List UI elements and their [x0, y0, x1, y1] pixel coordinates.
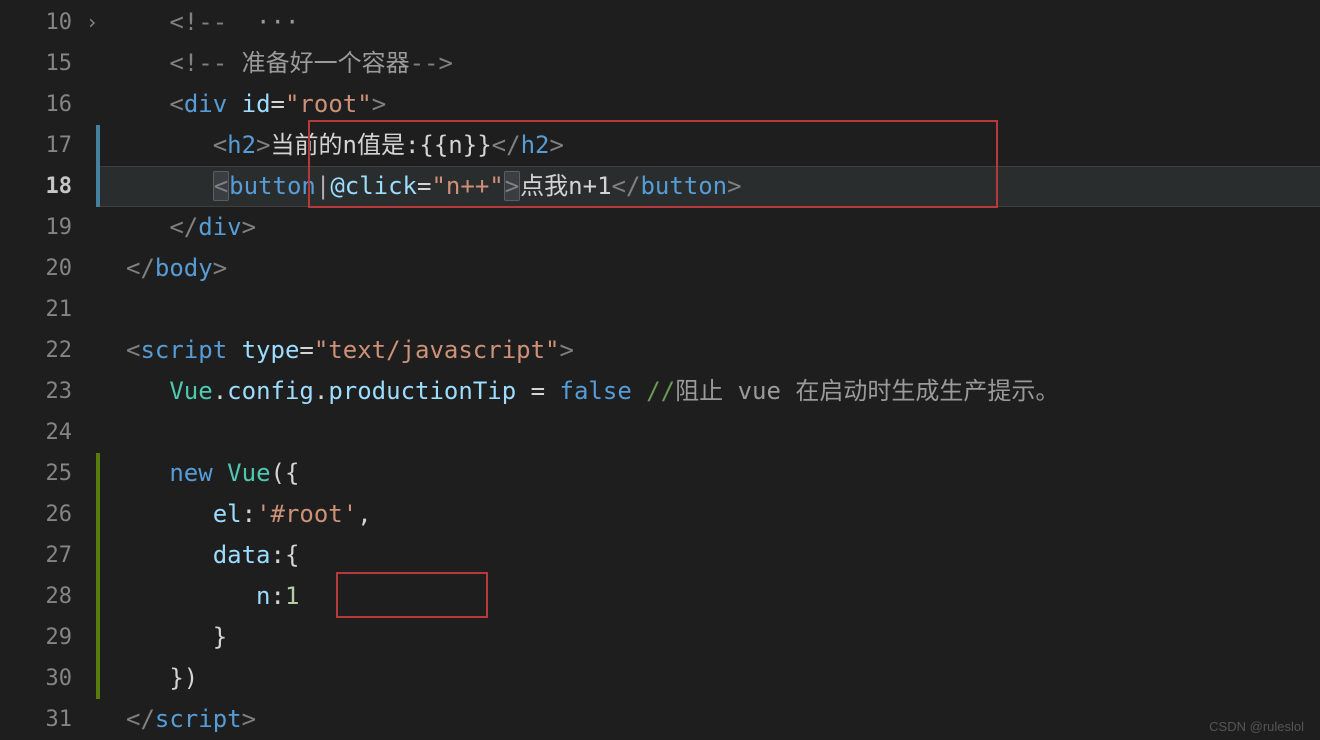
code-line[interactable]: }) — [100, 658, 1320, 699]
line-number: 15 — [0, 43, 100, 84]
code-line[interactable]: <!-- ··· — [100, 2, 1320, 43]
code-line[interactable]: } — [100, 617, 1320, 658]
code-line-active[interactable]: <button|@click="n++">点我n+1</button> — [100, 166, 1320, 207]
line-number: 19 — [0, 207, 100, 248]
line-number: 16 — [0, 84, 100, 125]
line-number-active: 18 — [0, 166, 100, 207]
line-number: 10› — [0, 2, 100, 43]
line-number: 25 — [0, 453, 100, 494]
line-number: 21 — [0, 289, 100, 330]
line-number: 17 — [0, 125, 100, 166]
code-line[interactable] — [100, 412, 1320, 453]
code-line[interactable]: <div id="root"> — [100, 84, 1320, 125]
line-number: 30 — [0, 658, 100, 699]
code-line[interactable]: </div> — [100, 207, 1320, 248]
code-line[interactable]: </script> — [100, 699, 1320, 740]
code-editor[interactable]: 10› 15 16 17 18 19 20 21 22 23 24 25 26 … — [0, 0, 1320, 740]
code-line[interactable]: <script type="text/javascript"> — [100, 330, 1320, 371]
code-line[interactable]: </body> — [100, 248, 1320, 289]
code-line[interactable]: <h2>当前的n值是:{{n}}</h2> — [100, 125, 1320, 166]
line-number: 31 — [0, 699, 100, 740]
code-line[interactable]: data:{ — [100, 535, 1320, 576]
line-number: 24 — [0, 412, 100, 453]
line-number: 29 — [0, 617, 100, 658]
code-line[interactable] — [100, 289, 1320, 330]
cursor-icon: | — [316, 172, 330, 200]
fold-icon[interactable]: › — [86, 2, 98, 43]
watermark: CSDN @ruleslol — [1209, 719, 1304, 734]
line-number: 22 — [0, 330, 100, 371]
line-number: 28 — [0, 576, 100, 617]
line-number: 26 — [0, 494, 100, 535]
code-line[interactable]: <!-- 准备好一个容器--> — [100, 43, 1320, 84]
line-number: 23 — [0, 371, 100, 412]
code-line[interactable]: el:'#root', — [100, 494, 1320, 535]
code-line[interactable]: n:1 — [100, 576, 1320, 617]
code-line[interactable]: Vue.config.productionTip = false //阻止 vu… — [100, 371, 1320, 412]
line-number: 20 — [0, 248, 100, 289]
code-line[interactable]: new Vue({ — [100, 453, 1320, 494]
line-gutter: 10› 15 16 17 18 19 20 21 22 23 24 25 26 … — [0, 0, 100, 740]
code-content[interactable]: <!-- ··· <!-- 准备好一个容器--> <div id="root">… — [100, 0, 1320, 740]
line-number: 27 — [0, 535, 100, 576]
